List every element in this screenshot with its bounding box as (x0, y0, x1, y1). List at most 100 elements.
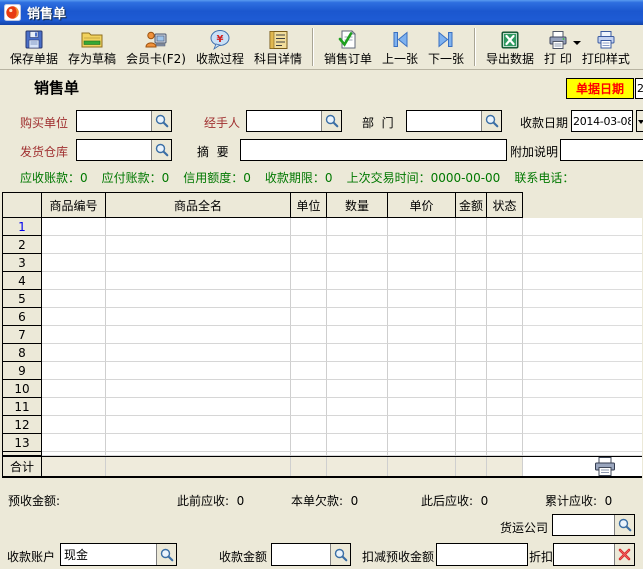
row-number[interactable]: 9 (2, 362, 42, 380)
grid-cell[interactable] (327, 308, 388, 326)
buyer-lookup-button[interactable] (151, 111, 171, 131)
row-number[interactable]: 1 (2, 218, 42, 236)
discount-clear-button[interactable] (614, 544, 634, 565)
account-input[interactable] (61, 544, 156, 565)
previous-button[interactable]: 上一张 (377, 25, 423, 69)
summary-field[interactable] (240, 139, 507, 161)
deduct-prepaid-input[interactable] (437, 544, 527, 565)
save-document-button[interactable]: 保存单据 (5, 25, 63, 69)
grid-cell[interactable] (291, 434, 327, 452)
grid-cell[interactable] (327, 326, 388, 344)
row-number[interactable]: 8 (2, 344, 42, 362)
sales-order-button[interactable]: 销售订单 (319, 25, 377, 69)
row-number[interactable]: 2 (2, 236, 42, 254)
print-button[interactable]: 打 印 (539, 25, 577, 69)
grid-cell[interactable] (106, 254, 291, 272)
department-field[interactable] (406, 110, 502, 132)
grid-cell[interactable] (106, 218, 291, 236)
document-date-button[interactable]: 单据日期 (566, 78, 634, 99)
grid-cell[interactable] (487, 290, 523, 308)
grid-cell[interactable] (327, 236, 388, 254)
grid-cell[interactable] (42, 290, 106, 308)
grid-cell[interactable] (42, 272, 106, 290)
row-number-partial[interactable] (2, 452, 42, 456)
grid-cell[interactable] (291, 398, 327, 416)
grid-cell[interactable] (388, 308, 456, 326)
save-draft-button[interactable]: 存为草稿 (63, 25, 121, 69)
grid-cell[interactable] (42, 218, 106, 236)
grid-cell[interactable] (487, 398, 523, 416)
grid-cell[interactable] (487, 362, 523, 380)
grid-cell[interactable] (456, 290, 487, 308)
grid-cell[interactable] (388, 380, 456, 398)
handler-field[interactable] (246, 110, 342, 132)
grid-cell[interactable] (327, 416, 388, 434)
row-number[interactable]: 6 (2, 308, 42, 326)
grid-cell[interactable] (487, 434, 523, 452)
extra-note-field[interactable] (560, 139, 643, 161)
grid-cell[interactable] (291, 290, 327, 308)
grid-cell[interactable] (388, 254, 456, 272)
grid-cell[interactable] (388, 344, 456, 362)
grid-cell[interactable] (388, 434, 456, 452)
grid-cell[interactable] (327, 398, 388, 416)
grid-cell[interactable] (388, 362, 456, 380)
grid-cell[interactable] (291, 218, 327, 236)
grid-cell[interactable] (42, 344, 106, 362)
grid-cell[interactable] (42, 308, 106, 326)
grid-cell[interactable] (456, 308, 487, 326)
collect-amount-input[interactable] (272, 544, 330, 565)
warehouse-input[interactable] (77, 140, 151, 160)
grid-cell[interactable] (106, 398, 291, 416)
document-date-value-clipped[interactable]: 2 (635, 78, 643, 99)
grid-cell[interactable] (388, 218, 456, 236)
grid-cell[interactable] (42, 416, 106, 434)
grid-cell[interactable] (327, 434, 388, 452)
grid-cell[interactable] (456, 218, 487, 236)
grid-cell[interactable] (487, 326, 523, 344)
grid-cell[interactable] (106, 272, 291, 290)
handler-input[interactable] (247, 111, 321, 131)
grid-cell[interactable] (388, 272, 456, 290)
subject-detail-button[interactable]: 科目详情 (249, 25, 307, 69)
grid-cell[interactable] (291, 308, 327, 326)
grid-cell[interactable] (106, 362, 291, 380)
collect-amount-field[interactable] (271, 543, 351, 566)
grid-cell[interactable] (106, 236, 291, 254)
grid-cell[interactable] (291, 362, 327, 380)
next-button[interactable]: 下一张 (423, 25, 469, 69)
grid-cell[interactable] (42, 254, 106, 272)
row-number[interactable]: 3 (2, 254, 42, 272)
grid-cell[interactable] (327, 290, 388, 308)
grid-cell[interactable] (291, 326, 327, 344)
collect-date-input[interactable] (572, 111, 632, 131)
collect-date-field[interactable] (571, 110, 633, 132)
grid-cell[interactable] (388, 326, 456, 344)
extra-note-input[interactable] (561, 140, 643, 160)
grid-cell[interactable] (456, 416, 487, 434)
export-data-button[interactable]: 导出数据 (481, 25, 539, 69)
department-input[interactable] (407, 111, 481, 131)
grid-cell[interactable] (106, 416, 291, 434)
grid-print-button[interactable] (592, 456, 618, 477)
grid-cell[interactable] (291, 254, 327, 272)
grid-cell[interactable] (456, 236, 487, 254)
grid-cell[interactable] (42, 326, 106, 344)
buyer-input[interactable] (77, 111, 151, 131)
freight-company-field[interactable] (552, 514, 635, 536)
grid-cell[interactable] (487, 344, 523, 362)
row-number[interactable]: 11 (2, 398, 42, 416)
grid-cell[interactable] (327, 218, 388, 236)
grid-cell[interactable] (456, 398, 487, 416)
discount-input[interactable] (554, 544, 614, 565)
grid-cell[interactable] (327, 272, 388, 290)
grid-cell[interactable] (42, 380, 106, 398)
grid-cell[interactable] (42, 398, 106, 416)
deduct-prepaid-field[interactable] (436, 543, 528, 566)
grid-cell[interactable] (456, 380, 487, 398)
grid-cell[interactable] (106, 326, 291, 344)
member-card-button[interactable]: 会员卡(F2) (121, 25, 191, 69)
grid-cell[interactable] (456, 254, 487, 272)
grid-cell[interactable] (456, 434, 487, 452)
grid-cell[interactable] (42, 362, 106, 380)
